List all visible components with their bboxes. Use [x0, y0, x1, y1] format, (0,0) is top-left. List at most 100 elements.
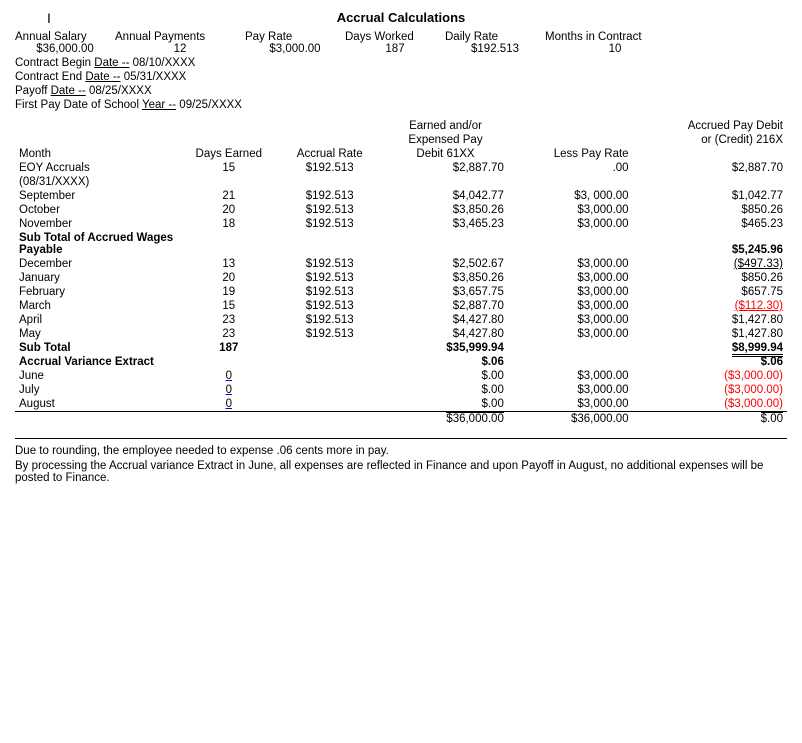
footnote-section: Due to rounding, the employee needed to …	[15, 438, 787, 484]
cell-debit: $.00	[383, 397, 508, 412]
contract-begin-label: Contract Begin	[15, 57, 91, 69]
summary-col-6: Months in Contract 10	[545, 31, 685, 55]
cell-accrual-rate	[276, 369, 383, 383]
table-row: April23$192.513$4,427.80$3,000.00$1,427.…	[15, 313, 787, 327]
cell-accrual-rate	[276, 397, 383, 412]
cell-days	[181, 355, 276, 369]
th-empty-8	[508, 133, 633, 147]
cell-accrual-rate	[276, 231, 383, 257]
footnote-1: Due to rounding, the employee needed to …	[15, 445, 787, 457]
contract-end-label: Contract End	[15, 71, 82, 83]
accrual-table: Earned and/or Accrued Pay Debit Expensed…	[15, 119, 787, 426]
table-row: November18$192.513$3,465.23$3,000.00$465…	[15, 217, 787, 231]
cell-month: July	[15, 383, 181, 397]
cell-days: 15	[181, 299, 276, 313]
cell-month: December	[15, 257, 181, 271]
cell-debit: $2,887.70	[383, 161, 508, 175]
label-annual-payments: Annual Payments	[115, 31, 245, 43]
footnote-2: By processing the Accrual variance Extra…	[15, 460, 787, 484]
cell-accrued-pay	[633, 175, 787, 189]
page-title: Accrual Calculations	[15, 10, 787, 25]
th-earned-line2: Expensed Pay	[383, 133, 508, 147]
th-empty-4	[508, 119, 633, 133]
cell-accrual-rate: $192.513	[276, 313, 383, 327]
th-empty-6	[181, 133, 276, 147]
cell-accrual-rate: $192.513	[276, 161, 383, 175]
table-row: Sub Total of Accrued Wages Payable$5,245…	[15, 231, 787, 257]
label-annual-salary: Annual Salary	[15, 31, 115, 43]
cell-accrual-rate: $192.513	[276, 327, 383, 341]
cell-days: 187	[181, 341, 276, 355]
first-pay-date: 09/25/XXXX	[179, 99, 242, 111]
cell-less-pay: $36,000.00	[508, 412, 633, 427]
cell-accrual-rate	[276, 355, 383, 369]
cell-debit: $3,850.26	[383, 203, 508, 217]
cell-days: 13	[181, 257, 276, 271]
cell-month: November	[15, 217, 181, 231]
cell-month: September	[15, 189, 181, 203]
cell-month: January	[15, 271, 181, 285]
cell-accrued-pay: ($3,000.00)	[633, 397, 787, 412]
label-days-worked: Days Worked	[345, 31, 445, 43]
value-annual-salary: $36,000.00	[15, 43, 115, 55]
summary-col-5: Daily Rate $192.513	[445, 31, 545, 55]
cell-accrued-pay: ($497.33)	[633, 257, 787, 271]
th-debit: Debit 61XX	[383, 147, 508, 161]
cell-accrued-pay: $8,999.94	[633, 341, 787, 355]
th-empty-5	[15, 133, 181, 147]
first-pay-line: First Pay Date of School Year -- 09/25/X…	[15, 99, 787, 111]
table-row: (08/31/XXXX)	[15, 175, 787, 189]
cell-less-pay: $3,000.00	[508, 203, 633, 217]
cell-accrued-pay: $850.26	[633, 203, 787, 217]
first-pay-year-label: Year --	[142, 99, 176, 111]
cell-debit: $4,042.77	[383, 189, 508, 203]
cell-debit	[383, 175, 508, 189]
cell-debit	[383, 231, 508, 257]
cell-debit: $.00	[383, 383, 508, 397]
cell-month: May	[15, 327, 181, 341]
cell-days: 20	[181, 271, 276, 285]
cell-days	[181, 231, 276, 257]
contract-begin-line: Contract Begin Date -- 08/10/XXXX	[15, 57, 787, 69]
cell-less-pay: $3,000.00	[508, 271, 633, 285]
th-earned-line1: Earned and/or	[383, 119, 508, 133]
label-daily-rate: Daily Rate	[445, 31, 545, 43]
cell-month: February	[15, 285, 181, 299]
cell-days: 15	[181, 161, 276, 175]
payoff-label: Payoff	[15, 85, 47, 97]
table-row: October20$192.513$3,850.26$3,000.00$850.…	[15, 203, 787, 217]
cell-debit: $4,427.80	[383, 327, 508, 341]
th-less-pay: Less Pay Rate	[508, 147, 633, 161]
cell-accrual-rate	[276, 412, 383, 427]
cell-days: 23	[181, 327, 276, 341]
cell-days: 0	[181, 369, 276, 383]
cell-days: 21	[181, 189, 276, 203]
cell-accrued-pay: $2,887.70	[633, 161, 787, 175]
cell-less-pay	[508, 175, 633, 189]
value-days-worked: 187	[345, 43, 445, 55]
table-row: March15$192.513$2,887.70$3,000.00($112.3…	[15, 299, 787, 313]
cell-accrued-pay: $.06	[633, 355, 787, 369]
cell-less-pay: $3,000.00	[508, 327, 633, 341]
cell-accrual-rate: $192.513	[276, 299, 383, 313]
cell-days: 19	[181, 285, 276, 299]
cell-accrued-pay: $.00	[633, 412, 787, 427]
th-accrued-line1: Accrued Pay Debit	[633, 119, 787, 133]
table-row: February19$192.513$3,657.75$3,000.00$657…	[15, 285, 787, 299]
cell-accrual-rate: $192.513	[276, 285, 383, 299]
summary-col-2: Annual Payments 12	[115, 31, 245, 55]
cell-accrual-rate: $192.513	[276, 271, 383, 285]
table-row: January20$192.513$3,850.26$3,000.00$850.…	[15, 271, 787, 285]
cell-less-pay	[508, 231, 633, 257]
th-empty-2	[181, 119, 276, 133]
table-row: July0$.00$3,000.00($3,000.00)	[15, 383, 787, 397]
table-row: Accrual Variance Extract$.06$.06	[15, 355, 787, 369]
cell-debit: $3,465.23	[383, 217, 508, 231]
summary-col-4: Days Worked 187	[345, 31, 445, 55]
th-empty-1	[15, 119, 181, 133]
cell-accrued-pay: $850.26	[633, 271, 787, 285]
payoff-date: 08/25/XXXX	[89, 85, 152, 97]
value-pay-rate: $3,000.00	[245, 43, 345, 55]
cell-debit: $36,000.00	[383, 412, 508, 427]
first-pay-label: First Pay Date of School	[15, 99, 139, 111]
